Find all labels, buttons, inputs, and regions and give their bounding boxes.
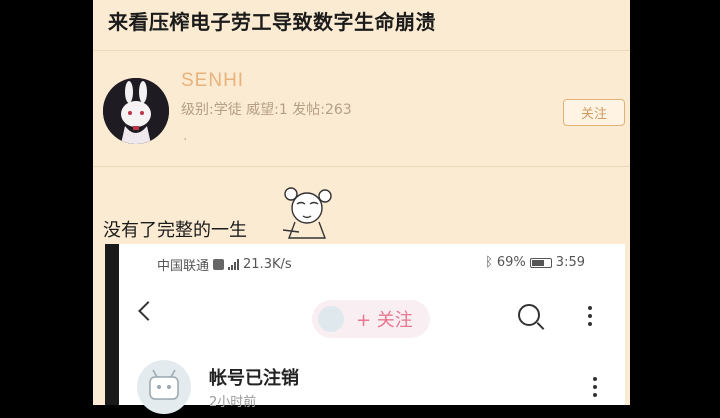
network-speed: 21.3K/s [243, 257, 292, 272]
search-icon[interactable] [518, 304, 540, 326]
post-time: 2小时前 [209, 395, 257, 410]
divider [93, 50, 630, 51]
border-shade [105, 244, 119, 405]
status-bar-left: 中国联通 21.3K/s [157, 255, 292, 274]
user-stats: 级别:学徒 威望:1 发帖:263 [181, 102, 352, 118]
clock: 3:59 [555, 255, 585, 270]
follow-button[interactable]: 关注 [563, 99, 625, 126]
pill-avatar [318, 306, 344, 332]
hd-icon [213, 259, 225, 270]
divider [93, 166, 630, 167]
bunny-avatar-icon [103, 78, 169, 144]
post-more-icon[interactable] [593, 377, 597, 397]
user-extra: . [183, 128, 188, 144]
username[interactable]: SENHI [181, 70, 244, 92]
battery-icon [529, 257, 552, 268]
battery-percent: 69% [496, 255, 526, 270]
phone-screenshot: 中国联通 21.3K/s ᛒ 69% 3:59 + 关注 帐号已注销 2小时前 [105, 244, 625, 414]
tv-mascot-icon [149, 369, 179, 400]
signal-icon [228, 259, 240, 270]
avatar[interactable] [103, 78, 169, 144]
page-title: 来看压榨电子劳工导致数字生命崩溃 [108, 10, 436, 34]
more-icon[interactable] [588, 306, 592, 326]
bluetooth-icon: ᛒ [485, 255, 493, 270]
carrier-label: 中国联通 [157, 259, 210, 274]
status-bar-right: ᛒ 69% 3:59 [485, 255, 585, 270]
post-caption: 没有了完整的一生 [103, 220, 247, 241]
account-name[interactable]: 帐号已注销 [209, 364, 299, 390]
back-icon[interactable] [138, 301, 158, 321]
follow-pill-button[interactable]: + 关注 [312, 300, 430, 338]
chibi-sticker-icon [282, 187, 332, 239]
account-avatar[interactable] [137, 360, 191, 414]
follow-label: + 关注 [356, 310, 413, 331]
